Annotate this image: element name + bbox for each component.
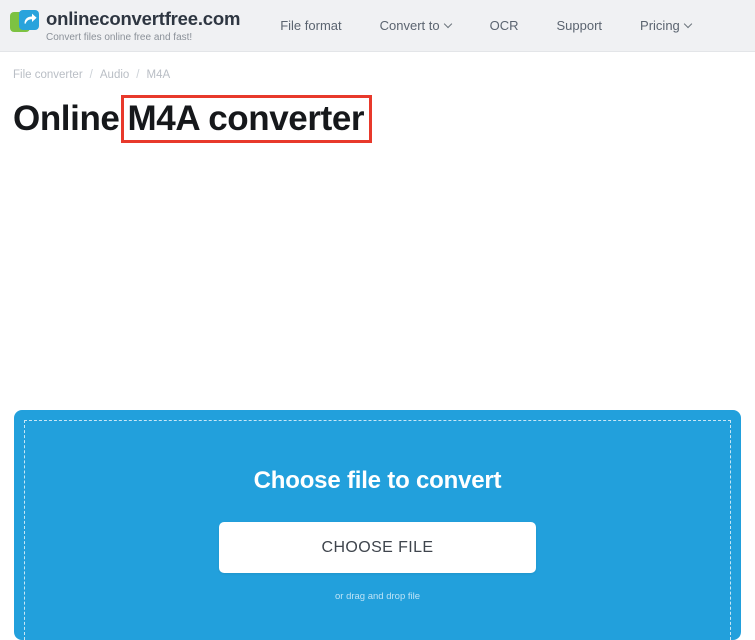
brand-logo-link[interactable]: onlineconvertfree.com Convert files onli… [10,8,240,44]
file-upload-dropzone[interactable]: Choose file to convert CHOOSE FILE or dr… [14,410,741,640]
nav-label: OCR [489,18,519,33]
breadcrumb-item-audio[interactable]: Audio [100,69,129,81]
breadcrumb-item-file-converter[interactable]: File converter [13,69,83,81]
nav-label: Support [556,18,603,33]
chevron-down-icon [685,21,692,28]
brand-tagline: Convert files online free and fast! [46,31,193,43]
nav-item-pricing[interactable]: Pricing [640,18,692,33]
convert-arrow-logo-icon [10,9,40,36]
brand-name: onlineconvertfree.com [46,7,241,29]
drag-and-drop-hint: or drag and drop file [334,591,421,602]
site-header: onlineconvertfree.com Convert files onli… [0,0,755,52]
nav-item-ocr[interactable]: OCR [490,18,519,33]
choose-file-button[interactable]: CHOOSE FILE [219,522,536,573]
breadcrumb-separator: / [89,69,93,81]
breadcrumb: File converter / Audio / M4A [13,69,755,81]
nav-label: Convert to [379,18,440,33]
page-title-prefix: Online [13,99,120,138]
nav-item-convert-to[interactable]: Convert to [380,18,452,33]
page-title-highlight-annotation: M4A converter [120,95,373,143]
chevron-down-icon [445,21,452,28]
page-title: Online M4A converter [13,95,373,143]
breadcrumb-item-m4a[interactable]: M4A [147,69,171,81]
nav-item-file-format[interactable]: File format [280,18,341,33]
main-navigation: File format Convert to OCR Support Prici… [280,0,692,51]
breadcrumb-separator: / [136,69,140,81]
upload-heading: Choose file to convert [253,467,502,494]
nav-label: Pricing [640,18,680,33]
nav-label: File format [280,18,342,33]
nav-item-support[interactable]: Support [557,18,603,33]
